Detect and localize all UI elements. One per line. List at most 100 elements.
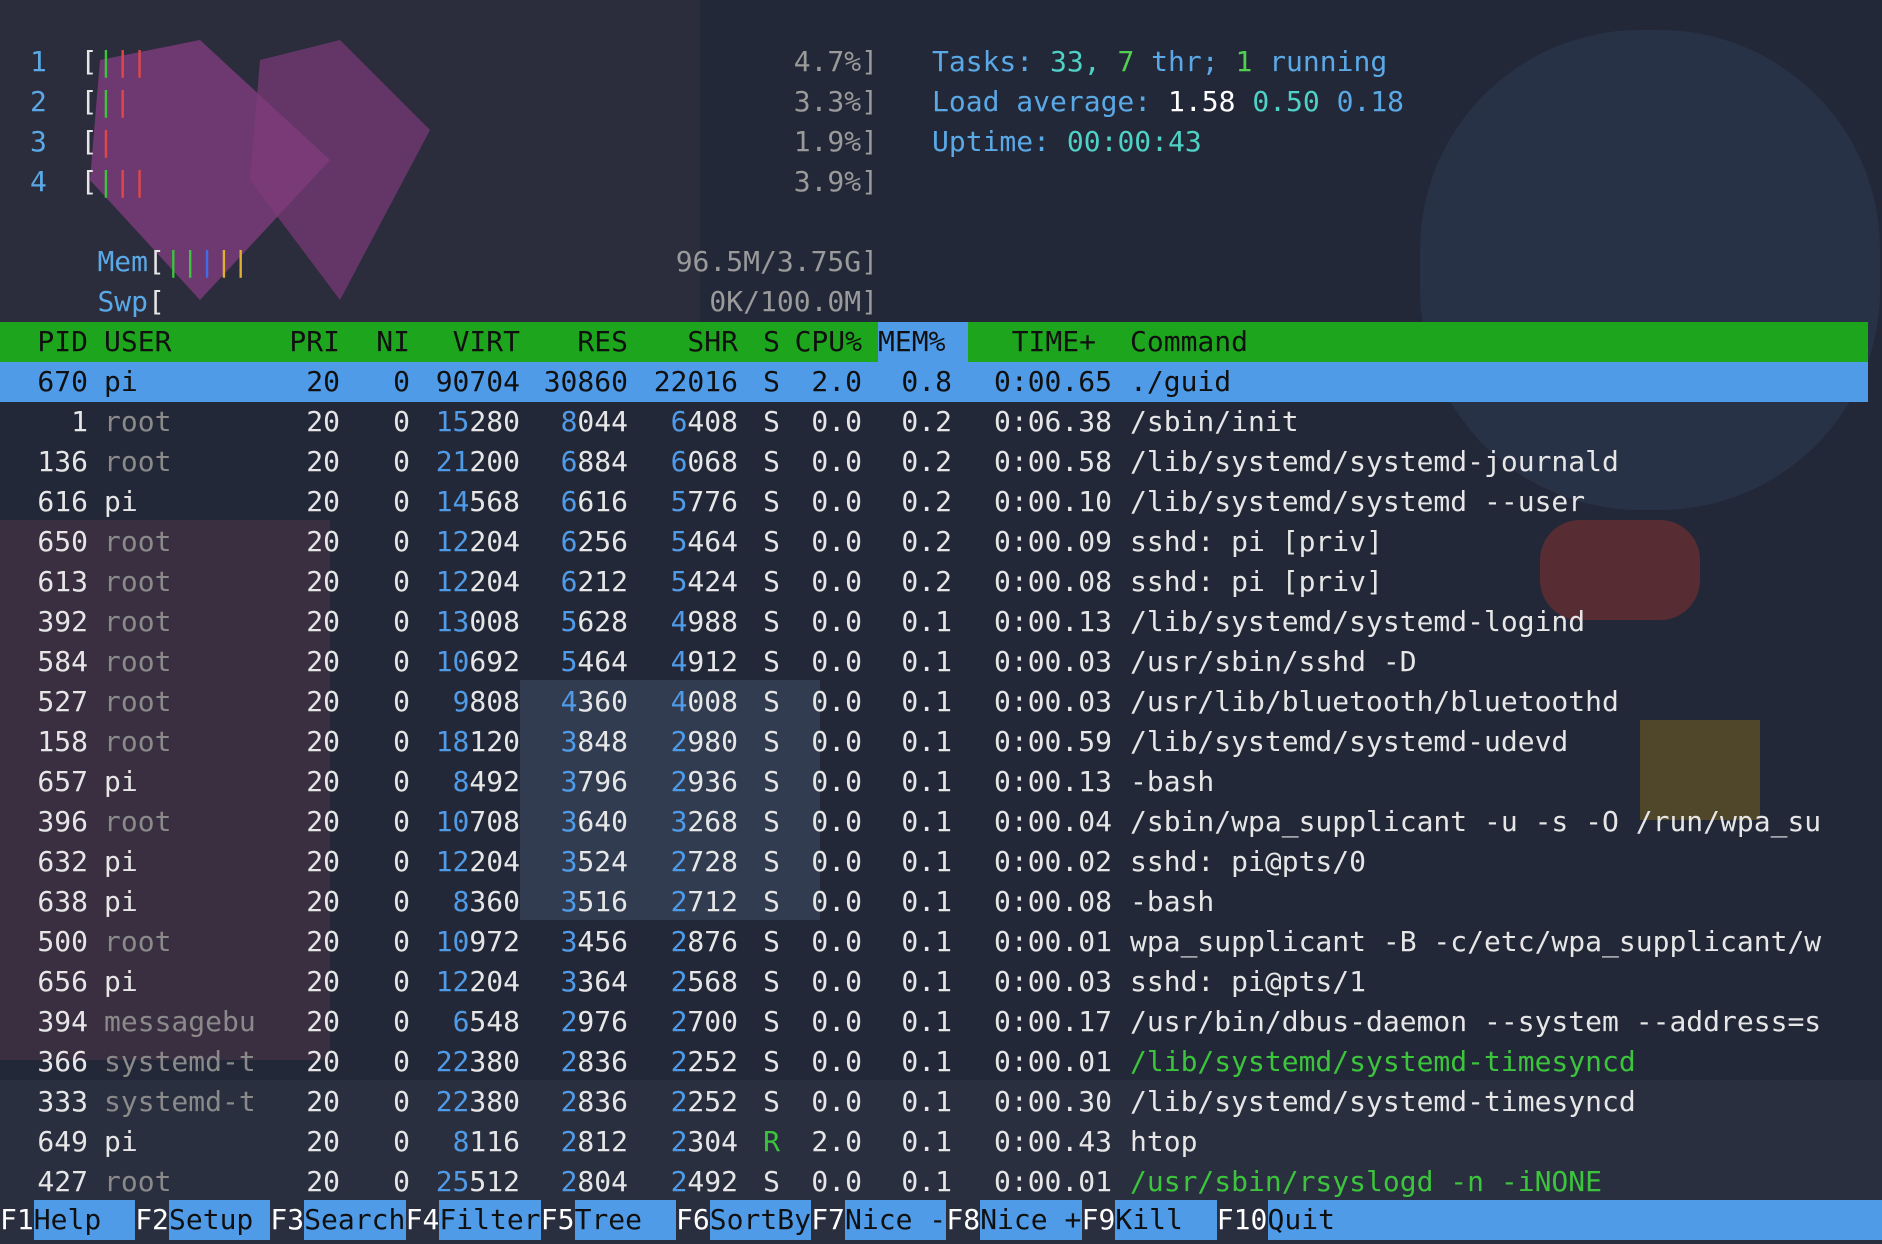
cell-cmd: sshd: pi@pts/0	[1130, 845, 1367, 878]
column-header-pid[interactable]: PID	[0, 322, 88, 362]
fkey-f1: F1	[0, 1203, 34, 1236]
cell-pri: 20	[306, 485, 340, 518]
process-row[interactable]: 333 systemd-t 20 0 22380 2836 2252 S 0.0 0.1 0:00.…	[0, 1082, 1868, 1122]
process-row[interactable]: 500 root 20 0 10972 3456 2876 S 0.0 0.1 0:00.01 wpa…	[0, 922, 1868, 962]
cell-ni: 0	[393, 965, 410, 998]
cell-ni: 0	[393, 1005, 410, 1038]
process-row[interactable]: 158 root 20 0 18120 3848 2980 S 0.0 0.1 0:00.59/li…	[0, 722, 1868, 762]
process-row[interactable]: 366 systemd-t 20 0 22380 2836 2252 S 0.0 0.1 0:00.…	[0, 1042, 1868, 1082]
cell-virt: 6548	[452, 1005, 520, 1038]
cell-s: S	[763, 405, 780, 438]
cell-ni: 0	[393, 405, 410, 438]
column-header-time[interactable]: TIME+	[960, 322, 1096, 362]
cell-pid: 427	[37, 1165, 88, 1198]
cell-shr: 2936	[670, 765, 738, 798]
cell-ni: 0	[393, 365, 410, 398]
cell-user: root	[104, 1165, 172, 1198]
fkey-f10-button[interactable]: Quit	[1267, 1200, 1882, 1240]
fkey-f2-button[interactable]: Setup	[169, 1200, 271, 1240]
cell-res: 6884	[560, 445, 628, 478]
process-row[interactable]: 1 root 20 0 15280 8044 6408 S 0.0 0.2 0:06.38/sbin…	[0, 402, 1868, 442]
fkey-f9-button[interactable]: Kill	[1115, 1200, 1217, 1240]
cell-user: root	[104, 805, 172, 838]
cell-mem: 0.2	[901, 525, 952, 558]
process-row[interactable]: 613 root 20 0 12204 6212 5424 S 0.0 0.2 0:00.08 ssh…	[0, 562, 1868, 602]
cell-pid: 366	[37, 1045, 88, 1078]
cell-virt: 8360	[452, 885, 520, 918]
column-header-virt[interactable]: VIRT	[410, 322, 520, 362]
fkey-f7-button[interactable]: Nice -	[845, 1200, 947, 1240]
cell-s: S	[763, 685, 780, 718]
process-row[interactable]: 527 root 20 0 9808 4360 4008 S 0.0 0.1 0:00.03/usr…	[0, 682, 1868, 722]
cell-ni: 0	[393, 525, 410, 558]
process-row[interactable]: 656 pi 20 0 12204 3364 2568 S 0.0 0.1 0:00.03 sshd:…	[0, 962, 1868, 1002]
process-row[interactable]: 638 pi 20 0 8360 3516 2712 S 0.0 0.1 0:00.08 -bash	[0, 882, 1868, 922]
cell-cmd: /lib/systemd/systemd-udevd	[1130, 725, 1569, 758]
cell-shr: 2252	[670, 1085, 738, 1118]
cell-res: 3524	[560, 845, 628, 878]
cell-shr: 2304	[670, 1125, 738, 1158]
process-row[interactable]: 136 root 20 0 21200 6884 6068 S 0.0 0.2 0:00.58/li…	[0, 442, 1868, 482]
cell-ni: 0	[393, 645, 410, 678]
process-row[interactable]: 392 root 20 0 13008 5628 4988 S 0.0 0.1 0:00.13/li…	[0, 602, 1868, 642]
process-row[interactable]: 427 root 20 0 25512 2804 2492 S 0.0 0.1 0:00.01/us…	[0, 1162, 1868, 1202]
cell-user: root	[104, 445, 172, 478]
fkey-f3-button[interactable]: Search	[304, 1200, 406, 1240]
cell-cpu: 0.0	[811, 725, 862, 758]
cell-cmd: /usr/sbin/rsyslogd -n -iNONE	[1130, 1165, 1603, 1198]
cell-pri: 20	[306, 645, 340, 678]
process-row[interactable]: 394 messagebu 20 0 6548 2976 2700 S 0.0 0.1 0:00.1…	[0, 1002, 1868, 1042]
cell-pid: 649	[37, 1125, 88, 1158]
cell-s: S	[763, 765, 780, 798]
column-header-s[interactable]: S	[740, 322, 780, 362]
column-header-ni[interactable]: NI	[340, 322, 410, 362]
process-row[interactable]: 616 pi 20 0 14568 6616 5776 S 0.0 0.2 0:00.10/lib/…	[0, 482, 1868, 522]
cell-res: 3516	[560, 885, 628, 918]
process-row[interactable]: 632 pi 20 0 12204 3524 2728 S 0.0 0.1 0:00.02 sshd:…	[0, 842, 1868, 882]
fkey-f6-button[interactable]: SortBy	[709, 1200, 812, 1240]
uptime-line: Uptime: 00:00:43	[932, 125, 1202, 158]
cell-pri: 20	[306, 965, 340, 998]
cell-cpu: 0.0	[811, 1005, 862, 1038]
cpu-value: 3.9%]	[793, 165, 878, 198]
cell-time: 0:00.17	[993, 1005, 1112, 1038]
cell-pid: 584	[37, 645, 88, 678]
fkey-f8-button[interactable]: Nice +	[980, 1200, 1082, 1240]
cell-ni: 0	[393, 1125, 410, 1158]
column-header-shr[interactable]: SHR	[628, 322, 738, 362]
column-header-res[interactable]: RES	[520, 322, 628, 362]
process-row[interactable]: 649 pi 20 0 8116 2812 2304 R 2.0 0.1 0:00.43 htop	[0, 1122, 1868, 1162]
cell-user: root	[104, 685, 172, 718]
cell-cmd: /usr/bin/dbus-daemon --system --address=…	[1130, 1005, 1822, 1038]
fkey-f1-button[interactable]: Help	[33, 1200, 136, 1240]
fkey-f4-button[interactable]: Filter	[439, 1200, 541, 1240]
fkey-f5-button[interactable]: Tree	[574, 1200, 676, 1240]
cell-cpu: 0.0	[811, 405, 862, 438]
process-row[interactable]: 584 root 20 0 10692 5464 4912 S 0.0 0.1 0:00.03/us…	[0, 642, 1868, 682]
process-row-selected[interactable]: 670 pi 20 0 90704 30860 22016 S 2.0 0.8 0:00.65 ./g…	[0, 362, 1868, 402]
cell-shr: 2492	[670, 1165, 738, 1198]
cell-time: 0:00.30	[993, 1085, 1112, 1118]
cell-pid: 136	[37, 445, 88, 478]
cell-shr: 5424	[670, 565, 738, 598]
column-header-pri[interactable]: PRI	[270, 322, 340, 362]
cell-shr: 4912	[670, 645, 738, 678]
fkey-f8: F8	[946, 1203, 981, 1236]
cell-s: S	[763, 645, 780, 678]
process-row[interactable]: 650 root 20 0 12204 6256 5464 S 0.0 0.2 0:00.09 ssh…	[0, 522, 1868, 562]
function-key-bar: F1 Help F2 Setup F3 Search F4 Filter F5 Tree F6…	[0, 1200, 1882, 1240]
cell-cpu: 0.0	[811, 1165, 862, 1198]
cell-s: S	[763, 725, 780, 758]
process-row[interactable]: 657 pi 20 0 8492 3796 2936 S 0.0 0.1 0:00.13 -bash	[0, 762, 1868, 802]
column-header-mem[interactable]: MEM%	[878, 322, 968, 362]
cell-s: S	[763, 885, 780, 918]
cell-res: 5628	[560, 605, 628, 638]
column-header-command[interactable]: Command	[1130, 322, 1430, 362]
column-header-cpu[interactable]: CPU%	[780, 322, 862, 362]
cell-mem: 0.1	[901, 1165, 952, 1198]
column-header-user[interactable]: USER	[104, 322, 274, 362]
fkey-f6: F6	[676, 1203, 710, 1236]
cell-time: 0:00.10	[993, 485, 1112, 518]
cell-cmd: /lib/systemd/systemd-timesyncd	[1130, 1085, 1636, 1118]
process-row[interactable]: 396 root 20 0 10708 3640 3268 S 0.0 0.1 0:00.04/sb…	[0, 802, 1868, 842]
